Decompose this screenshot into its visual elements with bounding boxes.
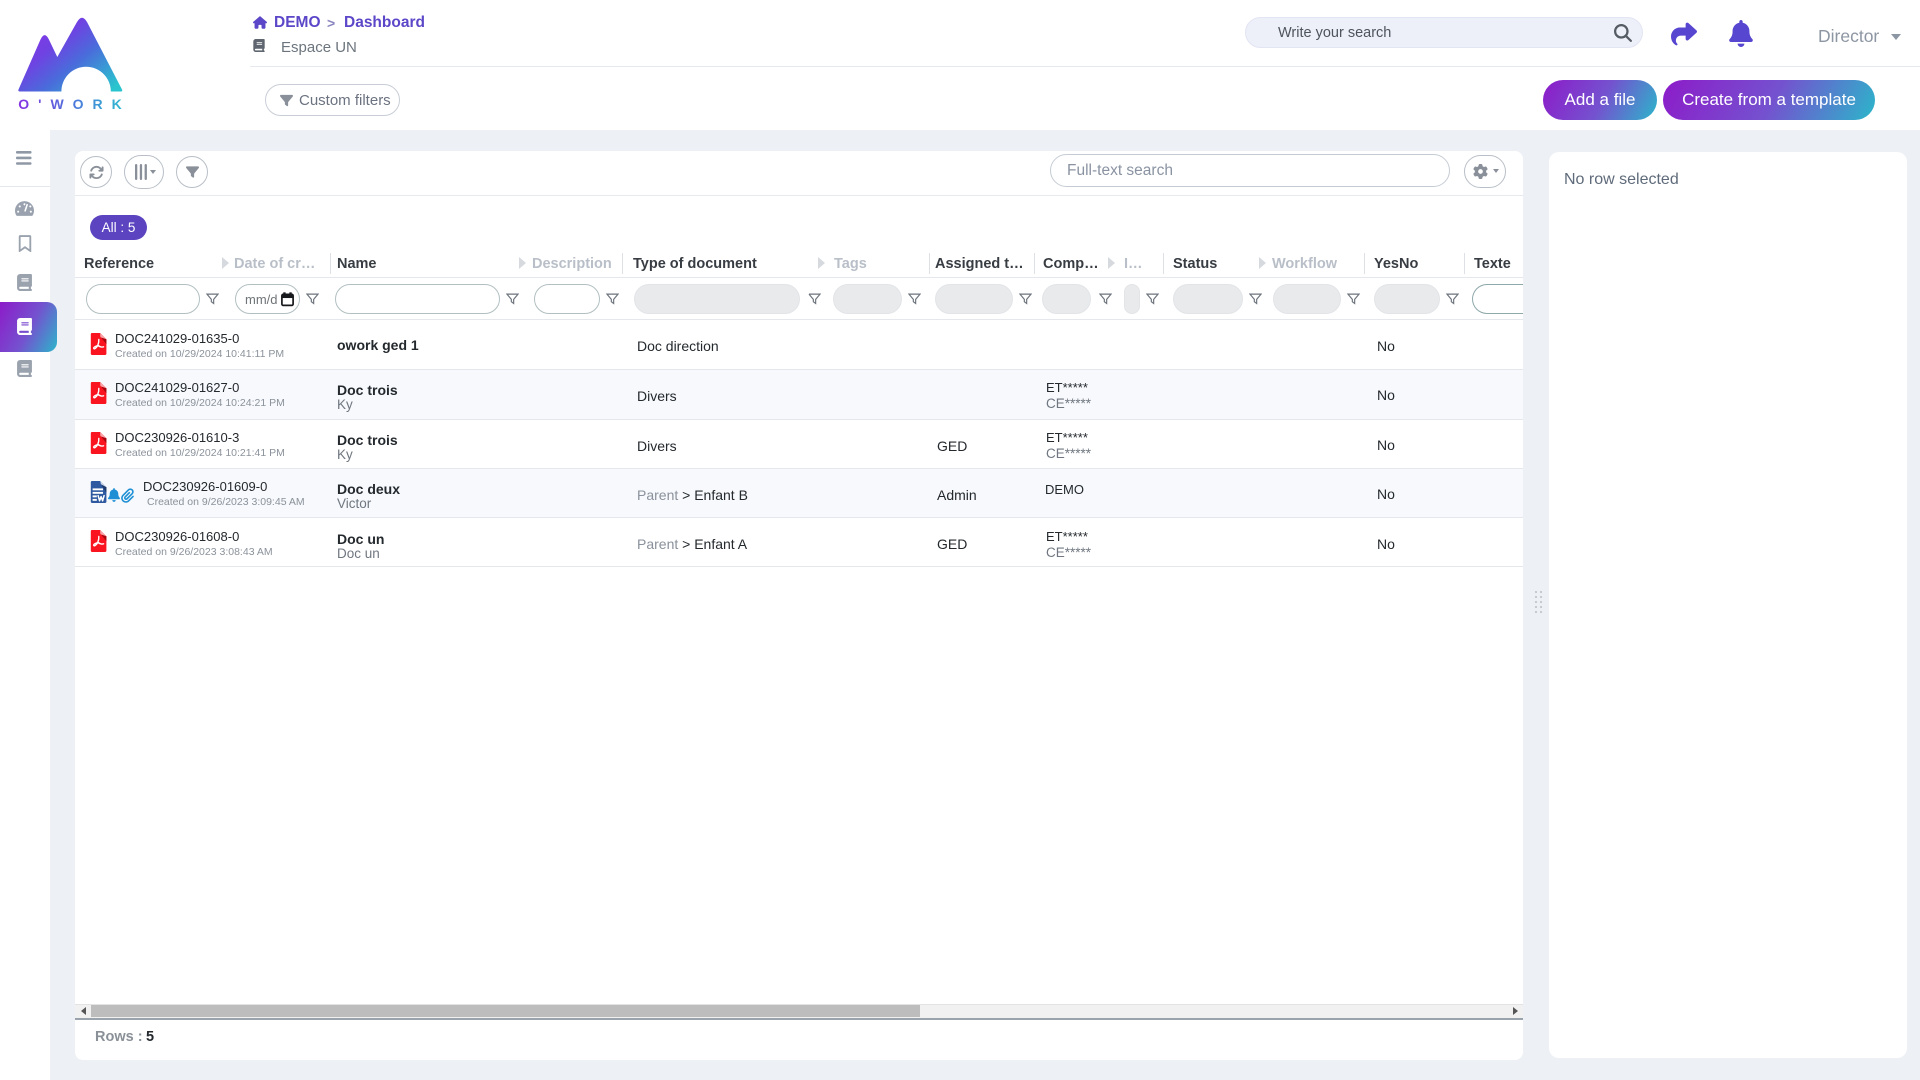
svg-text:O'WORK: O'WORK [18,96,124,112]
